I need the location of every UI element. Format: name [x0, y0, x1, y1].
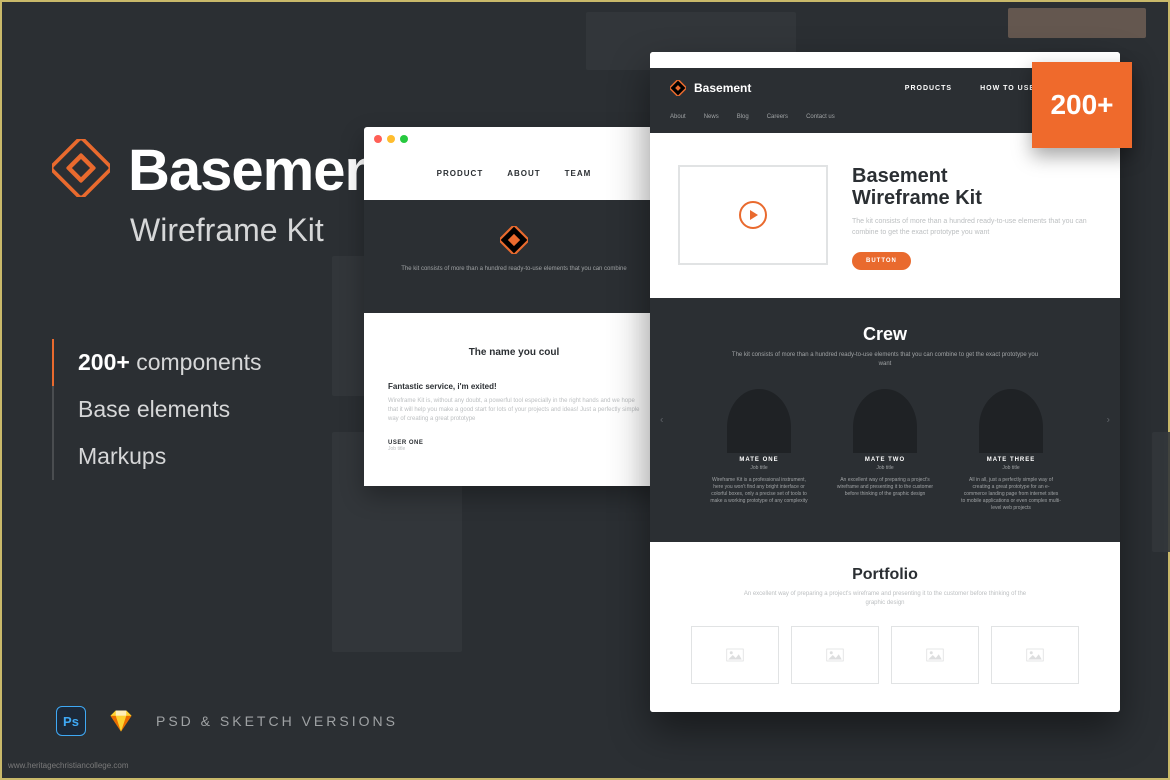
photoshop-icon: Ps [56, 706, 86, 736]
crew-member: MATE TWO Job title An excellent way of p… [835, 389, 935, 512]
hero-title: BasementWireframe Kit [852, 165, 1092, 209]
carousel-prev-icon[interactable]: ‹ [660, 415, 1060, 426]
count-badge: 200+ [1032, 62, 1132, 148]
carousel-next-icon[interactable]: › [1107, 415, 1110, 426]
footer: Ps PSD & SKETCH VERSIONS [56, 706, 398, 736]
preview-small-copy: The kit consists of more than a hundred … [401, 265, 626, 273]
testimonial-quote-title: Fantastic service, i'm exited! [388, 382, 640, 391]
crew-role: Job title [961, 465, 1061, 471]
testimonial-quote-body: Wireframe Kit is, without any doubt, a p… [388, 397, 640, 424]
crew-member: MATE THREE Job title All in all, just a … [961, 389, 1061, 512]
nav-link[interactable]: About [670, 114, 686, 120]
preview-card-main: Basement PRODUCTS HOW TO USE CLIENTS Abo… [650, 52, 1120, 712]
nav-link[interactable]: PRODUCTS [905, 85, 952, 92]
product-name: Basement [128, 137, 397, 204]
portfolio-title: Portfolio [674, 566, 1096, 584]
nav-link[interactable]: HOW TO USE [980, 85, 1035, 92]
sketch-icon [106, 706, 136, 736]
portfolio-thumb[interactable] [891, 626, 979, 684]
crew-copy: An excellent way of preparing a project'… [835, 477, 935, 498]
testimonial-author-role: Job title [388, 446, 640, 452]
attribution: www.heritagechristiancollege.com [8, 761, 129, 770]
ghost-panel [1152, 432, 1170, 552]
preview-small-testimonial: The name you coul Fantastic service, i'm… [364, 313, 664, 486]
crew-name: MATE ONE [709, 457, 809, 463]
nav-link[interactable]: TEAM [565, 169, 592, 178]
cta-button[interactable]: BUTTON [852, 252, 911, 270]
preview-brand-text: Basement [694, 81, 751, 95]
preview-small-nav: PRODUCT ABOUT TEAM [364, 151, 664, 200]
crew-role: Job title [709, 465, 809, 471]
preview-small-hero: The kit consists of more than a hundred … [364, 200, 664, 313]
crew-copy: Wireframe Kit is a professional instrume… [709, 477, 809, 505]
crew-copy: All in all, just a perfectly simple way … [961, 477, 1061, 512]
crew-role: Job title [835, 465, 935, 471]
nav-link[interactable]: Careers [767, 114, 788, 120]
portfolio-thumb[interactable] [991, 626, 1079, 684]
crew-name: MATE THREE [961, 457, 1061, 463]
portfolio-thumb[interactable] [691, 626, 779, 684]
nav-link[interactable]: Blog [737, 114, 749, 120]
preview-card-small: PRODUCT ABOUT TEAM The kit consists of m… [364, 127, 664, 486]
play-icon[interactable] [739, 201, 767, 229]
window-traffic-lights [364, 127, 664, 151]
media-placeholder[interactable] [678, 165, 828, 265]
crew-member: MATE ONE Job title Wireframe Kit is a pr… [709, 389, 809, 512]
portfolio-thumb[interactable] [791, 626, 879, 684]
preview-stack: PRODUCT ABOUT TEAM The kit consists of m… [424, 32, 1144, 752]
brand-logo-icon [52, 139, 110, 202]
portfolio-sub: An excellent way of preparing a project'… [674, 590, 1096, 608]
nav-link[interactable]: PRODUCT [437, 169, 484, 178]
crew-sub: The kit consists of more than a hundred … [670, 351, 1100, 369]
nav-link[interactable]: News [704, 114, 719, 120]
hero-copy: The kit consists of more than a hundred … [852, 217, 1092, 238]
preview-brand: Basement [670, 80, 751, 96]
crew-section: Crew The kit consists of more than a hun… [650, 298, 1120, 542]
brand-logo-icon [500, 226, 528, 259]
nav-link[interactable]: ABOUT [507, 169, 540, 178]
footer-text: PSD & SKETCH VERSIONS [156, 713, 398, 729]
nav-link[interactable]: Contact us [806, 114, 835, 120]
testimonial-heading: The name you coul [388, 347, 640, 358]
portfolio-section: Portfolio An excellent way of preparing … [650, 542, 1120, 712]
crew-title: Crew [670, 324, 1100, 345]
preview-hero: BasementWireframe Kit The kit consists o… [650, 133, 1120, 298]
crew-name: MATE TWO [835, 457, 935, 463]
